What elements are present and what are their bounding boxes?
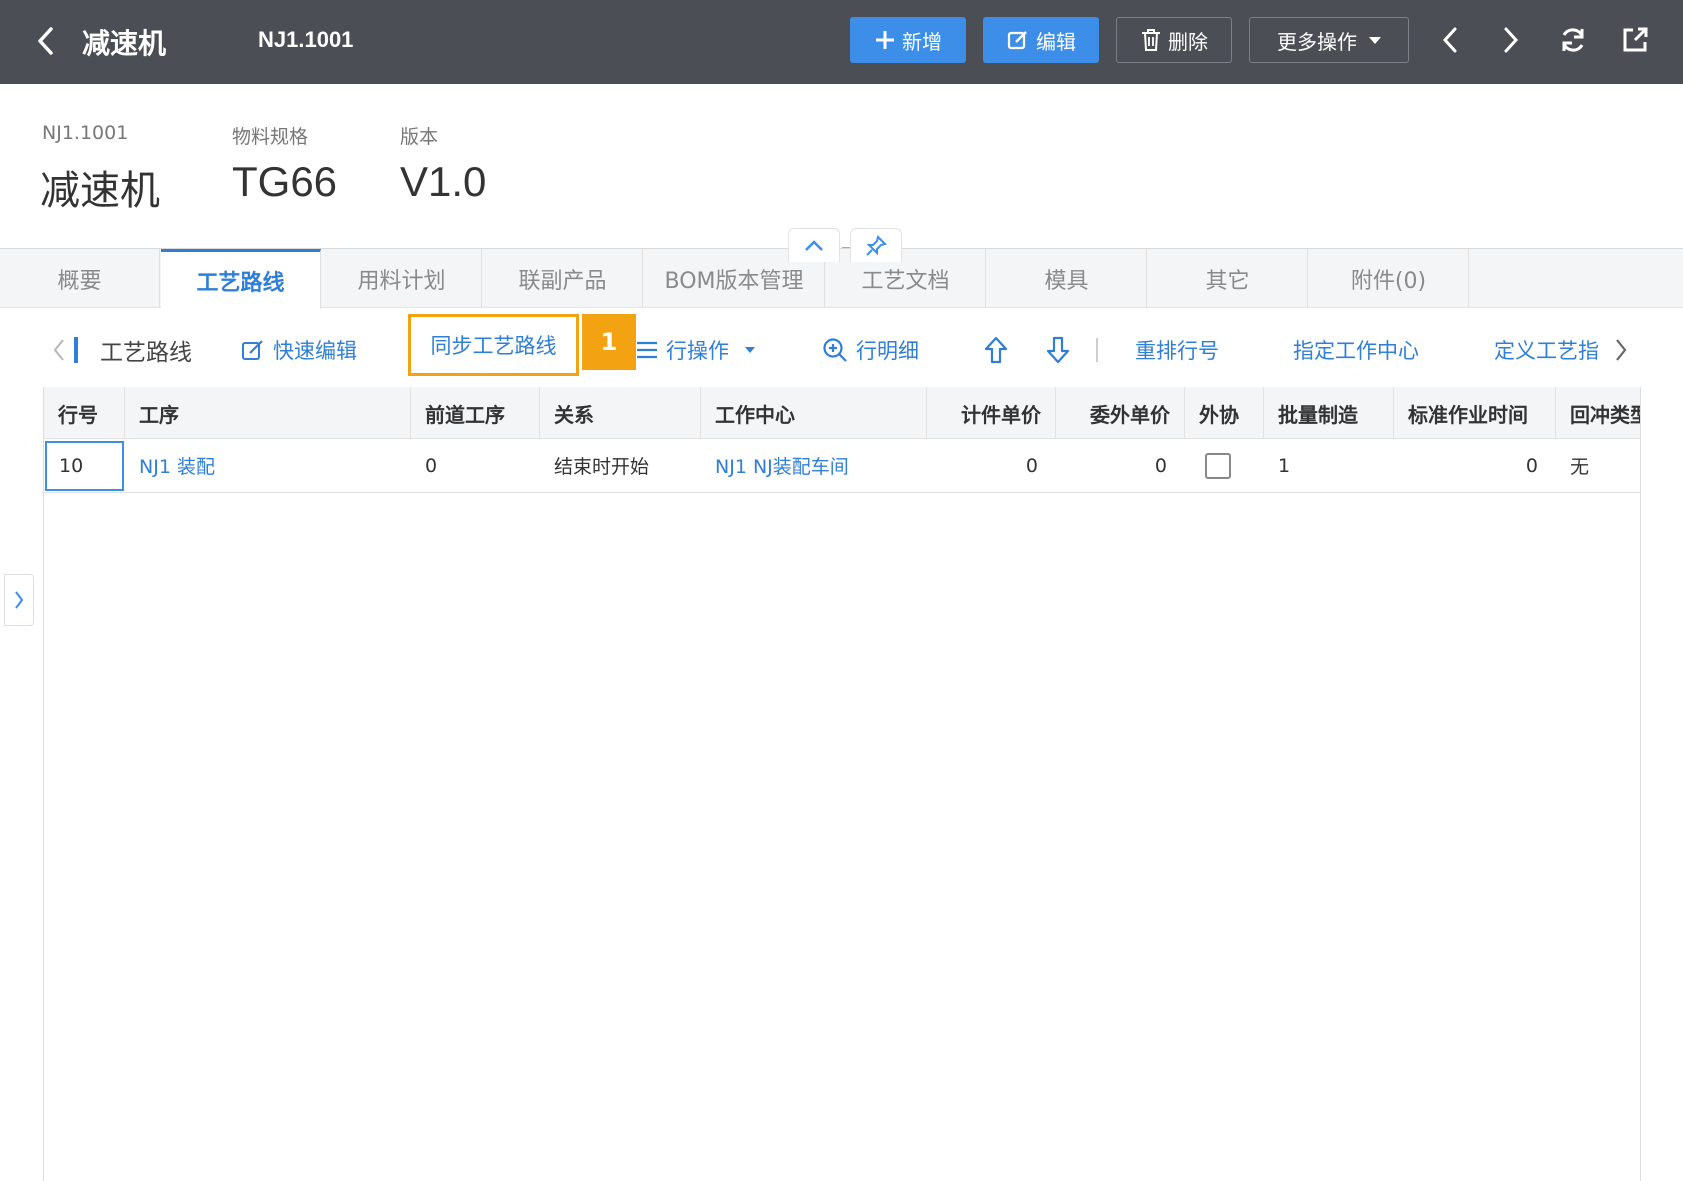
move-up-button[interactable] [983,332,1009,368]
batch-cell: 1 [1278,454,1291,477]
section-marker [74,337,78,363]
sync-routing-button[interactable]: 同步工艺路线 [408,314,579,376]
list-icon [637,341,657,359]
piece-price-cell: 0 [1025,454,1038,477]
header-name-value: 减速机 [40,168,160,214]
chevron-right-icon [15,591,24,609]
column-header[interactable]: 关系 [540,387,701,439]
quick-edit-button[interactable]: 快速编辑 [241,332,357,368]
row-detail-button[interactable]: 行明细 [822,332,919,368]
refresh-icon[interactable] [1553,20,1593,60]
next-record-icon[interactable] [1491,20,1531,60]
toolbar-divider [1096,338,1098,362]
tab-attachments[interactable]: 附件(0) [1309,249,1469,308]
delete-button-label: 删除 [1168,29,1208,54]
prev-process-cell: 0 [425,454,438,477]
arrow-up-icon [984,336,1008,364]
pin-icon [866,234,887,256]
record-code: NJ1.1001 [258,27,354,52]
column-header[interactable]: 回冲类型 [1556,387,1640,439]
chevron-left-icon [53,339,64,361]
header-version-label: 版本 [400,126,439,148]
outsource-price-cell: 0 [1154,454,1167,477]
add-button-label: 新增 [902,29,942,54]
tab-molds[interactable]: 模具 [987,249,1147,308]
step-badge: 1 [582,314,636,370]
sync-routing-label: 同步工艺路线 [430,334,557,358]
chevron-right-icon [1616,339,1627,361]
arrow-down-icon [1046,336,1070,364]
column-header[interactable]: 工序 [125,387,411,439]
tab-coproducts[interactable]: 联副产品 [483,249,643,308]
quick-edit-label: 快速编辑 [273,339,357,363]
tab-material-plan[interactable]: 用料计划 [322,249,482,308]
tab-others[interactable]: 其它 [1148,249,1308,308]
previous-record-icon[interactable] [1430,20,1470,60]
assign-work-center-button[interactable]: 指定工作中心 [1293,332,1419,368]
work-center-link[interactable]: NJ1 NJ装配车间 [701,439,927,492]
renumber-rows-button[interactable]: 重排行号 [1135,332,1219,368]
section-collapse-toggle[interactable] [52,332,78,368]
column-header[interactable]: 计件单价 [927,387,1056,439]
toolbar-scroll-right[interactable] [1614,332,1628,368]
row-operations-label: 行操作 [666,339,729,363]
column-header[interactable]: 行号 [44,387,125,439]
process-link[interactable]: NJ1 装配 [125,439,411,492]
row-operations-dropdown[interactable]: 行操作 [636,332,755,368]
column-header[interactable]: 批量制造 [1264,387,1394,439]
column-header[interactable]: 前道工序 [411,387,540,439]
std-time-cell: 0 [1525,454,1538,477]
edit-button-label: 编辑 [1036,29,1076,54]
top-bar: 减速机 NJ1.1001 新增 编辑 删除 更多操作 [0,0,1683,84]
zoom-in-icon [823,338,847,362]
handle-separator [842,247,850,248]
edit-icon [242,340,263,360]
column-header[interactable]: 标准作业时间 [1394,387,1556,439]
line-number-input[interactable]: 10 [45,441,124,491]
column-header[interactable]: 委外单价 [1056,387,1185,439]
outsourced-cell [1185,439,1264,492]
header-code-label: NJ1.1001 [42,122,129,144]
column-header[interactable]: 外协 [1185,387,1264,439]
define-routing-button[interactable]: 定义工艺指 [1494,332,1608,368]
side-panel-toggle[interactable] [4,574,34,626]
section-title: 工艺路线 [100,340,192,366]
open-external-icon[interactable] [1615,20,1655,60]
delete-button[interactable]: 删除 [1116,17,1232,63]
window-title: 减速机 [82,27,167,60]
routing-grid: 行号 工序 前道工序 关系 工作中心 计件单价 委外单价 外协 批量制造 标准作… [43,387,1641,1181]
backflush-cell: 无 [1570,456,1590,478]
edit-icon [1007,31,1027,50]
tab-routing[interactable]: 工艺路线 [161,249,321,309]
chevron-down-icon [1369,36,1381,44]
column-header[interactable]: 工作中心 [701,387,927,439]
row-detail-label: 行明细 [856,339,919,363]
chevron-down-icon [745,347,755,353]
more-actions-label: 更多操作 [1277,29,1357,54]
add-button[interactable]: 新增 [850,17,966,63]
header-spec-label: 物料规格 [232,126,309,148]
header-version-value: V1.0 [400,158,487,205]
header-spec-value: TG66 [232,158,338,205]
plus-icon [876,31,894,49]
more-actions-dropdown[interactable]: 更多操作 [1249,17,1409,63]
table-row[interactable]: 10 NJ1 装配 0 结束时开始 NJ1 NJ装配车间 0 0 1 0 无 [44,439,1640,493]
trash-icon [1142,29,1160,51]
tab-overview[interactable]: 概要 [0,249,160,308]
edit-button[interactable]: 编辑 [983,17,1099,63]
relation-cell: 结束时开始 [554,456,650,478]
move-down-button[interactable] [1045,332,1071,368]
tab-bar: 概要 工艺路线 用料计划 联副产品 BOM版本管理 工艺文档 模具 其它 附件(… [0,248,1683,309]
outsourced-checkbox[interactable] [1205,452,1231,479]
chevron-up-icon [805,239,823,251]
grid-header: 行号 工序 前道工序 关系 工作中心 计件单价 委外单价 外协 批量制造 标准作… [44,387,1640,439]
collapse-header-button[interactable] [788,228,840,262]
pin-header-button[interactable] [850,228,902,262]
back-icon[interactable] [30,24,60,58]
